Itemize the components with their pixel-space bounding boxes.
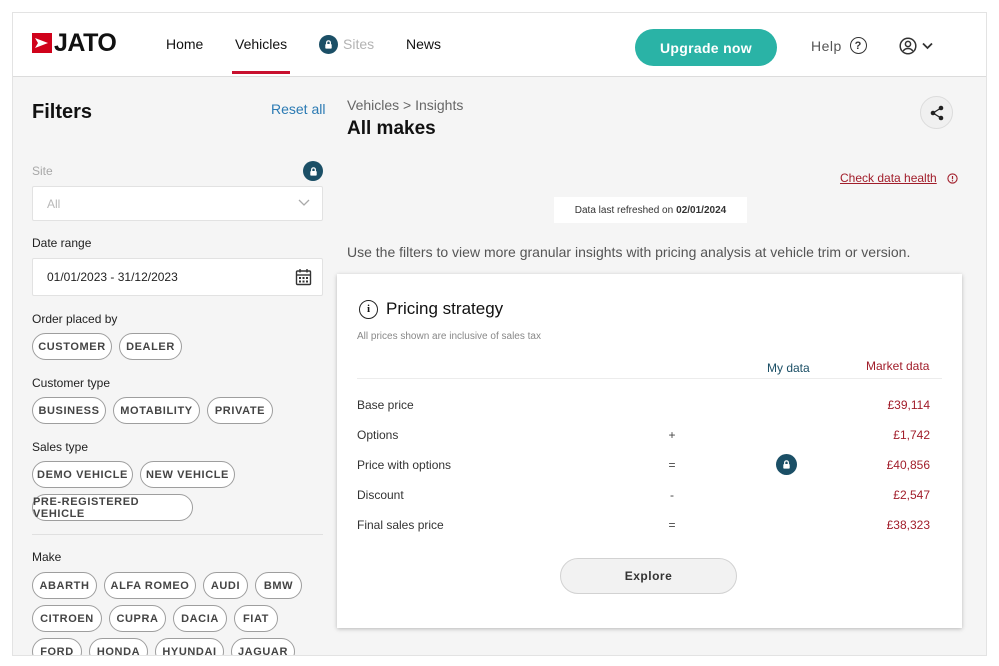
table-row: Price with options = £40,856: [357, 454, 947, 475]
table-row: Options + £1,742: [357, 425, 947, 445]
chip-make[interactable]: FORD: [32, 638, 82, 655]
chevron-down-icon: [298, 199, 310, 206]
user-icon: [899, 37, 917, 55]
chip-business[interactable]: BUSINESS: [32, 397, 106, 424]
row-label: Base price: [357, 398, 414, 412]
chip-customer[interactable]: CUSTOMER: [32, 333, 112, 360]
pricing-title-text: Pricing strategy: [386, 299, 504, 318]
nav-home[interactable]: Home: [166, 13, 203, 75]
row-market-value: £39,114: [887, 398, 931, 412]
nav-vehicles-label: Vehicles: [235, 36, 288, 52]
sales-type-label: Sales type: [32, 440, 89, 454]
order-placed-by-label: Order placed by: [32, 312, 118, 326]
nav-news-label: News: [406, 36, 442, 52]
table-row: Discount - £2,547: [357, 485, 947, 505]
date-range-field[interactable]: 01/01/2023 - 31/12/2023: [32, 258, 323, 296]
chip-make[interactable]: AUDI: [203, 572, 248, 599]
chip-make[interactable]: FIAT: [234, 605, 278, 632]
refreshed-date: 02/01/2024: [676, 204, 727, 216]
chip-private[interactable]: PRIVATE: [207, 397, 273, 424]
lock-icon: [303, 161, 323, 181]
row-label: Discount: [357, 488, 404, 502]
check-data-health-link[interactable]: Check data health: [840, 171, 958, 185]
check-data-health-label: Check data health: [840, 171, 937, 185]
filters-sidebar: Filters Reset all Site All Date range 01…: [13, 78, 338, 655]
lock-icon: [319, 34, 338, 54]
chip-new-vehicle[interactable]: NEW VEHICLE: [140, 461, 235, 488]
row-market-value: £2,547: [893, 488, 930, 502]
make-label: Make: [32, 550, 62, 564]
pricing-subtitle: All prices shown are inclusive of sales …: [357, 331, 541, 342]
row-operator: +: [668, 428, 676, 442]
explore-button[interactable]: Explore: [560, 558, 737, 594]
row-operator: =: [668, 518, 676, 532]
refreshed-prefix: Data last refreshed on: [574, 204, 674, 216]
header-divider: [357, 378, 942, 379]
chip-make[interactable]: CUPRA: [109, 605, 166, 632]
filters-title: Filters: [32, 101, 93, 123]
chip-make[interactable]: ALFA ROMEO: [104, 572, 196, 599]
chip-make[interactable]: ABARTH: [32, 572, 97, 599]
chip-make[interactable]: DACIA: [173, 605, 227, 632]
col-market-data: Market data: [866, 359, 930, 373]
chevron-down-icon: [922, 42, 933, 50]
chip-dealer[interactable]: DEALER: [119, 333, 182, 360]
intro-text: Use the filters to view more granular in…: [347, 244, 911, 260]
row-label: Final sales price: [357, 518, 444, 532]
reset-all-link[interactable]: Reset all: [271, 101, 325, 117]
nav-news[interactable]: News: [406, 13, 441, 75]
jato-logo[interactable]: JATO: [32, 29, 117, 57]
app-window: JATO Home Vehicles Sites News Upgrade no…: [12, 12, 987, 656]
chip-demo-vehicle[interactable]: DEMO VEHICLE: [32, 461, 133, 488]
sidebar-divider: [32, 534, 323, 535]
row-label: Options: [357, 428, 399, 442]
chip-pre-registered-vehicle[interactable]: PRE-REGISTERED VEHICLE: [32, 494, 193, 521]
page-title: All makes: [347, 118, 436, 139]
chip-make[interactable]: HYUNDAI: [155, 638, 224, 655]
lock-icon[interactable]: [776, 454, 797, 475]
chip-motability[interactable]: MOTABILITY: [113, 397, 200, 424]
help-icon: ?: [849, 37, 867, 54]
chip-make[interactable]: CITROEN: [32, 605, 102, 632]
pricing-strategy-card: i Pricing strategy All prices shown are …: [337, 274, 962, 628]
date-range-value: 01/01/2023 - 31/12/2023: [47, 270, 178, 284]
calendar-icon[interactable]: [295, 268, 312, 286]
logo-text: JATO: [54, 29, 117, 57]
date-range-label: Date range: [32, 236, 92, 250]
col-my-data: My data: [767, 361, 810, 375]
chip-make[interactable]: BMW: [255, 572, 302, 599]
site-select-value: All: [47, 196, 61, 211]
row-market-value: £1,742: [893, 428, 930, 442]
table-row: Base price £39,114: [357, 395, 947, 415]
jato-logo-mark-icon: [32, 33, 52, 53]
chip-make[interactable]: JAGUAR: [231, 638, 295, 655]
customer-type-label: Customer type: [32, 376, 111, 390]
site-select[interactable]: All: [32, 186, 323, 221]
info-icon: [947, 172, 958, 184]
user-menu[interactable]: [899, 37, 933, 55]
row-operator: =: [668, 458, 676, 472]
table-row: Final sales price = £38,323: [357, 515, 947, 535]
top-header: JATO Home Vehicles Sites News Upgrade no…: [13, 13, 986, 77]
share-button[interactable]: [920, 96, 953, 129]
help-label: Help: [811, 37, 842, 54]
site-label: Site: [32, 164, 53, 178]
nav-sites-label: Sites: [343, 36, 375, 52]
data-refreshed-badge: Data last refreshed on 02/01/2024: [554, 197, 747, 223]
upgrade-now-button[interactable]: Upgrade now: [635, 29, 777, 66]
help-link[interactable]: Help ?: [811, 37, 867, 54]
row-operator: -: [670, 488, 674, 502]
nav-active-underline: [232, 71, 290, 74]
row-market-value: £38,323: [886, 518, 930, 532]
nav-sites[interactable]: Sites: [319, 13, 374, 75]
pricing-title: i Pricing strategy: [359, 299, 503, 319]
chip-make[interactable]: HONDA: [89, 638, 148, 655]
share-icon: [930, 105, 943, 120]
nav-home-label: Home: [166, 36, 204, 52]
nav-vehicles[interactable]: Vehicles: [235, 13, 287, 75]
row-market-value: £40,856: [886, 458, 930, 472]
row-label: Price with options: [357, 458, 452, 472]
breadcrumb[interactable]: Vehicles > Insights: [347, 97, 463, 113]
info-icon[interactable]: i: [359, 299, 378, 319]
